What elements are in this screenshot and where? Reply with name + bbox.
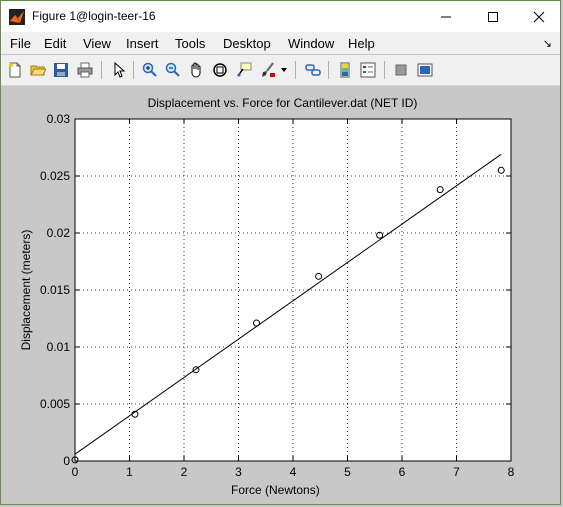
plot-axes[interactable]: 0 1 2 3 4 5 6 7 8 0 0.005 0.01 0.015 0.02 0.025 0.03 [1, 1, 562, 506]
y-tick-label: 0.02 [47, 226, 71, 240]
x-tick-label: 5 [344, 465, 351, 479]
x-tick-label: 1 [126, 465, 133, 479]
y-tick-label: 0.025 [40, 169, 70, 183]
x-tick-label: 7 [453, 465, 460, 479]
x-tick-label: 4 [290, 465, 297, 479]
y-tick-label: 0 [63, 454, 70, 468]
y-tick-label: 0.005 [40, 397, 70, 411]
x-tick-label: 2 [181, 465, 188, 479]
plot-area [75, 119, 511, 461]
y-axis-label: Displacement (meters) [19, 229, 33, 351]
y-tick-label: 0.015 [40, 283, 70, 297]
x-tick-label: 0 [72, 465, 79, 479]
x-tick-label: 8 [508, 465, 515, 479]
x-axis-label: Force (Newtons) [231, 483, 320, 497]
x-tick-label: 3 [235, 465, 242, 479]
y-tick-label: 0.03 [47, 112, 71, 126]
x-tick-label: 6 [399, 465, 406, 479]
y-tick-label: 0.01 [47, 340, 71, 354]
figure-window: Figure 1@login-teer-16 File Edit View In… [0, 0, 561, 505]
